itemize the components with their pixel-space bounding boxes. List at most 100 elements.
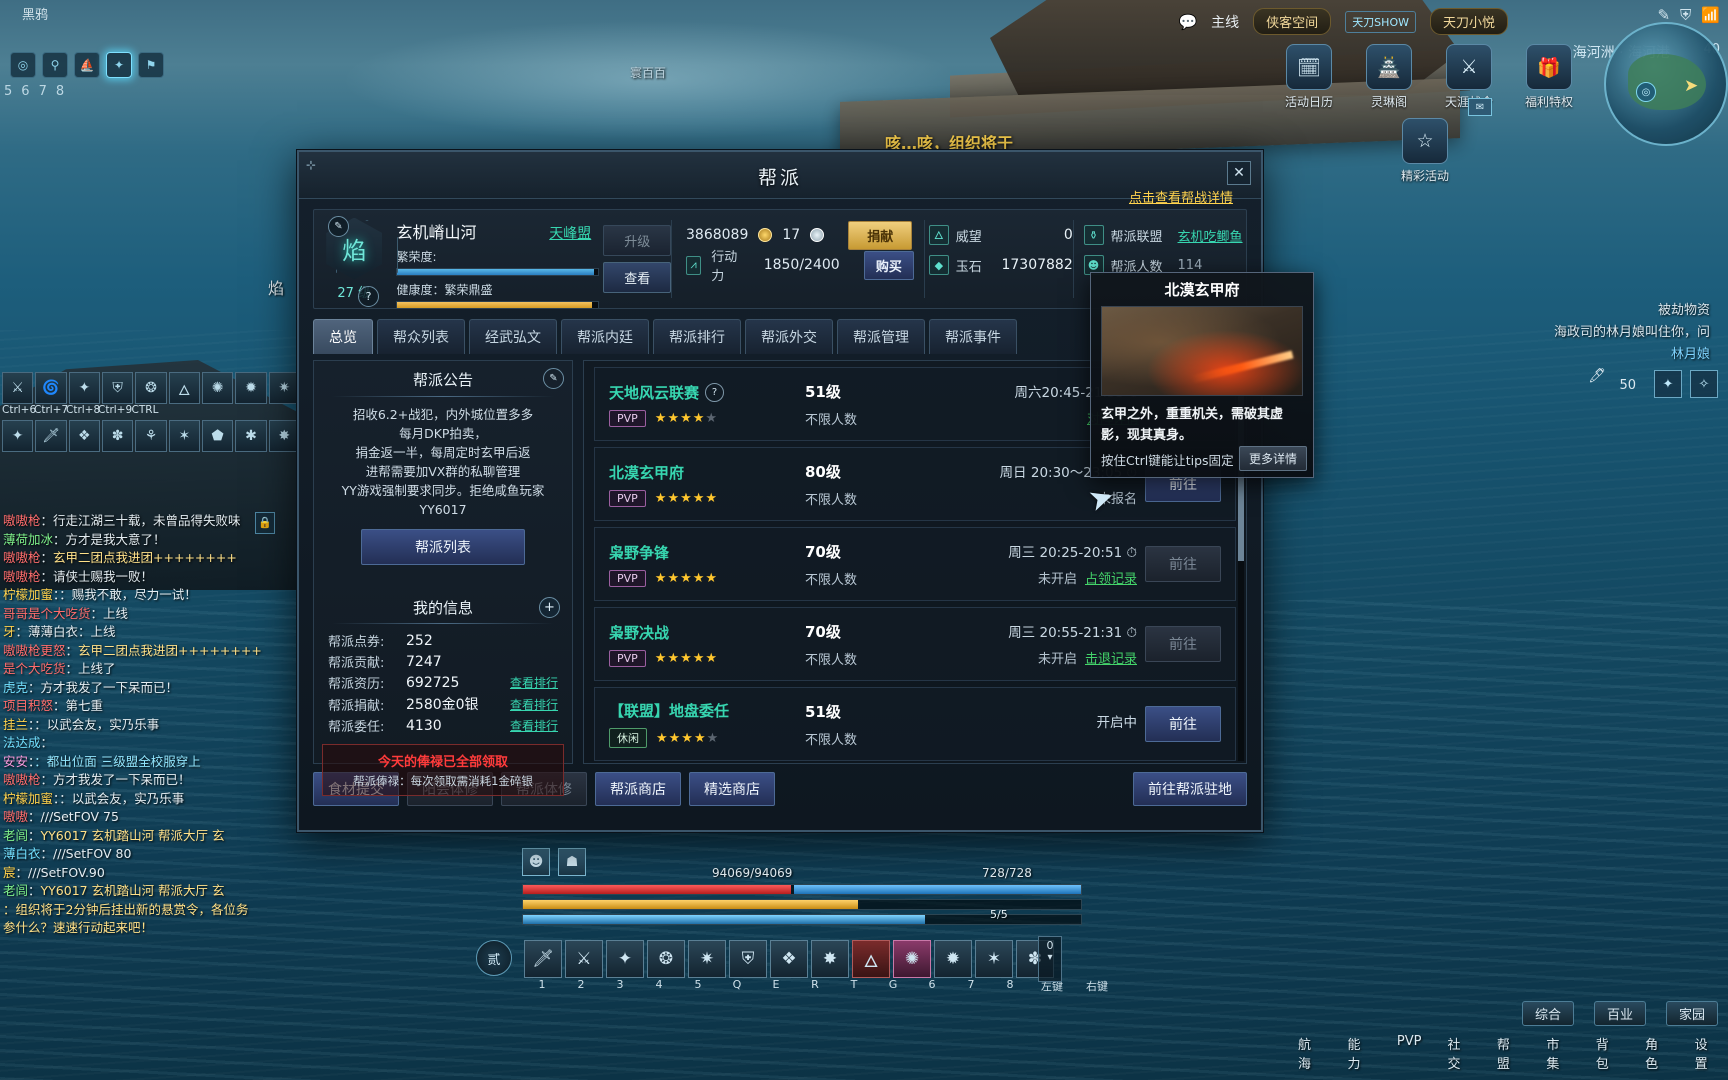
chat-sender[interactable]: 嗷嗷枪	[3, 772, 41, 787]
chat-sender[interactable]: 哥哥是个大吃货	[3, 606, 91, 621]
chat-sender[interactable]: 是个大吃货	[3, 661, 66, 676]
skill-slot[interactable]: ✽	[101, 420, 134, 452]
skill-slot[interactable]: 🌀	[35, 372, 67, 404]
tab-3[interactable]: 帮派内廷	[561, 319, 649, 354]
chat-sender[interactable]: 老闾	[3, 883, 28, 898]
menu-guild[interactable]: 帮盟	[1497, 1034, 1520, 1072]
skill-slot[interactable]: ✦	[2, 420, 34, 452]
hotbar-slot[interactable]: ✷	[688, 940, 726, 978]
activity-row[interactable]: 枭野决战 PVP ★★★★★ 70级 不限人数 周三 20:55-21:31 ⏱ 未开启 击退…	[594, 607, 1236, 681]
side-buff-icon-2[interactable]: ✧	[1690, 370, 1718, 398]
linglin-pavilion-button[interactable]: 🏯 灵琳阁	[1358, 44, 1420, 110]
tab-4[interactable]: 帮派排行	[653, 319, 741, 354]
skill-slot[interactable]: ✦	[68, 372, 100, 404]
question-icon[interactable]: ?	[358, 286, 379, 307]
skill-slot[interactable]: ✷	[268, 372, 300, 404]
chat-panel[interactable]: 🔒 嗷嗷枪：行走江湖三十载，未曾品得失败味 薄荷加冰：方才是我大意了！ 嗷嗷枪：玄甲…	[0, 512, 300, 960]
side-buff-icon[interactable]: ✦	[1654, 370, 1682, 398]
chat-sender[interactable]: 挂兰	[3, 717, 28, 732]
skill-slot[interactable]: ⚘	[135, 420, 167, 452]
pencil-icon[interactable]: ✎	[543, 368, 564, 389]
guild-window[interactable]: ⊹ 帮派 ✕ 点击查看帮战详情 焰 27 级 ✎ ? 玄机嵴山河 天峰盟 繁荣度…	[297, 150, 1263, 832]
question-icon[interactable]: ?	[705, 382, 725, 402]
chat-sender[interactable]: 项目积怒	[3, 698, 53, 713]
chat-sender[interactable]: 嗷嗷枪	[3, 513, 41, 528]
menu-bag[interactable]: 背包	[1596, 1034, 1619, 1072]
tab-7[interactable]: 帮派事件	[929, 319, 1017, 354]
chat-sender[interactable]: 安安	[3, 754, 28, 769]
menu-comprehensive[interactable]: 综合	[1521, 1001, 1574, 1026]
hotbar-slot[interactable]: ✺	[893, 940, 931, 978]
chat-sender[interactable]: 嗷嗷枪	[3, 569, 41, 584]
chat-sender[interactable]: 虎克	[3, 680, 28, 695]
skill-slot[interactable]: ⚔	[2, 372, 34, 404]
welfare-button[interactable]: 🎁 福利特权	[1518, 44, 1580, 110]
activity-record-link[interactable]: 占领记录	[1085, 572, 1137, 587]
skill-slot[interactable]: 🜂	[168, 372, 200, 404]
menu-professions[interactable]: 百业	[1593, 1001, 1646, 1026]
ship-icon[interactable]: ⛵	[74, 52, 100, 78]
skill-slot[interactable]: ❂	[135, 372, 167, 404]
guild-list-button[interactable]: 帮派列表	[361, 529, 525, 565]
buy-button[interactable]: 购买	[863, 250, 915, 280]
activity-go-button[interactable]: 前往	[1145, 706, 1221, 742]
menu-abilities[interactable]: 能力	[1347, 1034, 1370, 1072]
skill-slot[interactable]: ⬟	[201, 420, 234, 452]
menu-social[interactable]: 社交	[1447, 1034, 1470, 1072]
hotbar-slot[interactable]: ✹	[934, 940, 972, 978]
featured-activity-button[interactable]: ☆ 精彩活动	[1394, 118, 1456, 184]
pet-icon[interactable]: ☗	[558, 848, 586, 876]
myinfo-rank-link[interactable]: 查看排行	[510, 696, 558, 713]
guild-bottom-button-3[interactable]: 帮派商店	[595, 772, 681, 806]
hotbar-slot[interactable]: 🜂	[852, 940, 890, 978]
chat-sender[interactable]: 嗷嗷	[3, 809, 28, 824]
chat-sender[interactable]: 嗷嗷枪更怒	[3, 643, 66, 658]
skill-slot[interactable]: 🗡	[35, 420, 67, 452]
hotbar-slot[interactable]: ⚔	[565, 940, 603, 978]
tooltip-more-button[interactable]: 更多详情	[1238, 446, 1307, 471]
team-icon[interactable]: ⚑	[138, 52, 164, 78]
activity-go-button[interactable]: 前往	[1145, 626, 1221, 662]
chat-sender[interactable]: 薄白衣	[3, 846, 41, 861]
party-member-icon[interactable]: ☻	[522, 848, 550, 876]
tab-6[interactable]: 帮派管理	[837, 319, 925, 354]
myinfo-rank-link[interactable]: 查看排行	[510, 674, 558, 691]
minimap-compass[interactable]: ➤	[1604, 22, 1728, 146]
chat-sender[interactable]: 宸	[3, 865, 16, 880]
tab-2[interactable]: 经武弘文	[469, 319, 557, 354]
alliance-link[interactable]: 天峰盟	[549, 223, 591, 243]
chat-sender[interactable]: 牙	[3, 624, 16, 639]
guild-alliance-value[interactable]: 玄机吃鲫鱼	[1178, 226, 1243, 245]
menu-sailing[interactable]: 航海	[1298, 1034, 1321, 1072]
hotbar-slot[interactable]: ✦	[606, 940, 644, 978]
chat-sender[interactable]: 柠檬加蜜	[3, 791, 53, 806]
chat-bubble-icon[interactable]: 💬	[1178, 13, 1197, 31]
wifi-icon[interactable]: 📶	[1701, 6, 1720, 24]
activity-row[interactable]: 枭野争锋 PVP ★★★★★ 70级 不限人数 周三 20:25-20:51 ⏱ 未开启 占领…	[594, 527, 1236, 601]
guild-bottom-button-4[interactable]: 精选商店	[689, 772, 775, 806]
chat-sender[interactable]: 薄荷加冰	[3, 532, 53, 547]
chat-sender[interactable]: 嗷嗷枪	[3, 550, 41, 565]
activity-calendar-button[interactable]: 🗓 活动日历	[1278, 44, 1340, 110]
pin-icon[interactable]: ⚲	[42, 52, 68, 78]
xiake-space-button[interactable]: 侠客空间	[1253, 8, 1332, 35]
skill-slot[interactable]: ✹	[235, 372, 267, 404]
donate-button[interactable]: 捐献	[848, 220, 913, 250]
skill-slot[interactable]: ✱	[235, 420, 267, 452]
menu-market[interactable]: 市集	[1546, 1034, 1569, 1072]
activity-row[interactable]: 【联盟】地盘委任 休闲 ★★★★★ 51级 不限人数 开启中 前往	[594, 687, 1236, 761]
hotbar-slot[interactable]: 🗡	[524, 940, 562, 978]
myinfo-rank-link[interactable]: 查看排行	[510, 717, 558, 734]
hotbar-slot[interactable]: ✶	[975, 940, 1013, 978]
hotbar-slot[interactable]: ❂	[647, 940, 685, 978]
guild-war-detail-link[interactable]: 点击查看帮战详情	[1129, 187, 1233, 206]
activity-go-button[interactable]: 前往	[1145, 546, 1221, 582]
tab-1[interactable]: 帮众列表	[377, 319, 465, 354]
guild-crest[interactable]: 焰 27 级 ✎ ?	[314, 210, 398, 308]
side-note-npc-link[interactable]: 林月娘	[1410, 344, 1710, 366]
upgrade-button[interactable]: 升级	[603, 225, 672, 256]
hotbar-slot[interactable]: ✸	[811, 940, 849, 978]
tab-5[interactable]: 帮派外交	[745, 319, 833, 354]
skill-slot[interactable]: ⛨	[101, 372, 134, 404]
pencil-icon[interactable]: ✎	[328, 216, 349, 237]
